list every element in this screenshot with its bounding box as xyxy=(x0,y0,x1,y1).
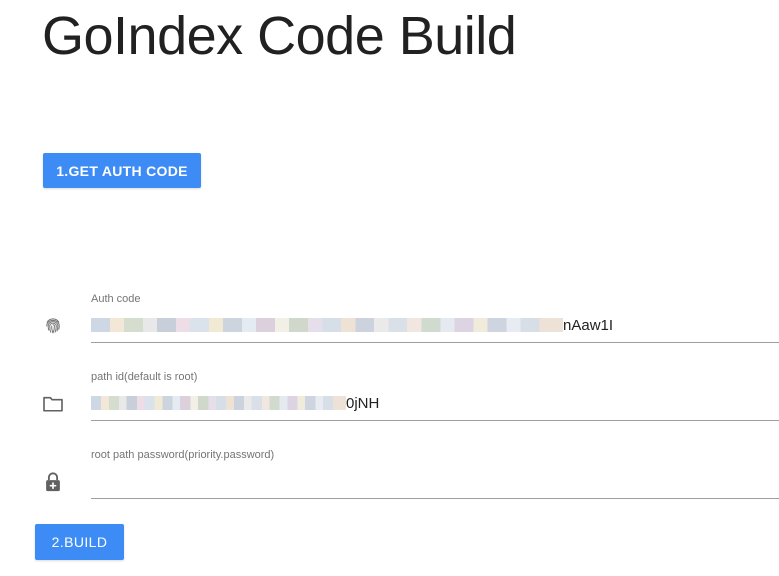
auth-code-input[interactable]: nAaw1I xyxy=(91,315,613,335)
lock-plus-icon xyxy=(42,471,64,493)
auth-code-field: Auth code nAaw1I xyxy=(0,290,779,344)
root-password-underline xyxy=(91,498,779,499)
page-title: GoIndex Code Build xyxy=(42,6,517,66)
root-password-label: root path password(priority.password) xyxy=(91,449,275,461)
page: GoIndex Code Build 1.GET AUTH CODE Auth … xyxy=(0,0,779,576)
auth-code-redacted xyxy=(91,318,563,332)
root-password-field: root path password(priority.password) xyxy=(0,446,779,500)
path-id-underline xyxy=(91,420,779,421)
auth-code-value-suffix: nAaw1I xyxy=(563,316,614,334)
path-id-field: path id(default is root) 0jNH xyxy=(0,368,779,422)
auth-code-label: Auth code xyxy=(91,293,141,305)
build-button[interactable]: 2.BUILD xyxy=(35,524,124,560)
path-id-redacted xyxy=(91,396,346,410)
path-id-value-suffix: 0jNH xyxy=(346,394,380,412)
root-password-input[interactable] xyxy=(91,471,691,491)
fingerprint-icon xyxy=(42,315,64,337)
folder-icon xyxy=(42,393,64,415)
path-id-label: path id(default is root) xyxy=(91,371,198,383)
path-id-input[interactable]: 0jNH xyxy=(91,393,379,413)
get-auth-code-button[interactable]: 1.GET AUTH CODE xyxy=(43,153,201,188)
auth-code-underline xyxy=(91,342,779,343)
